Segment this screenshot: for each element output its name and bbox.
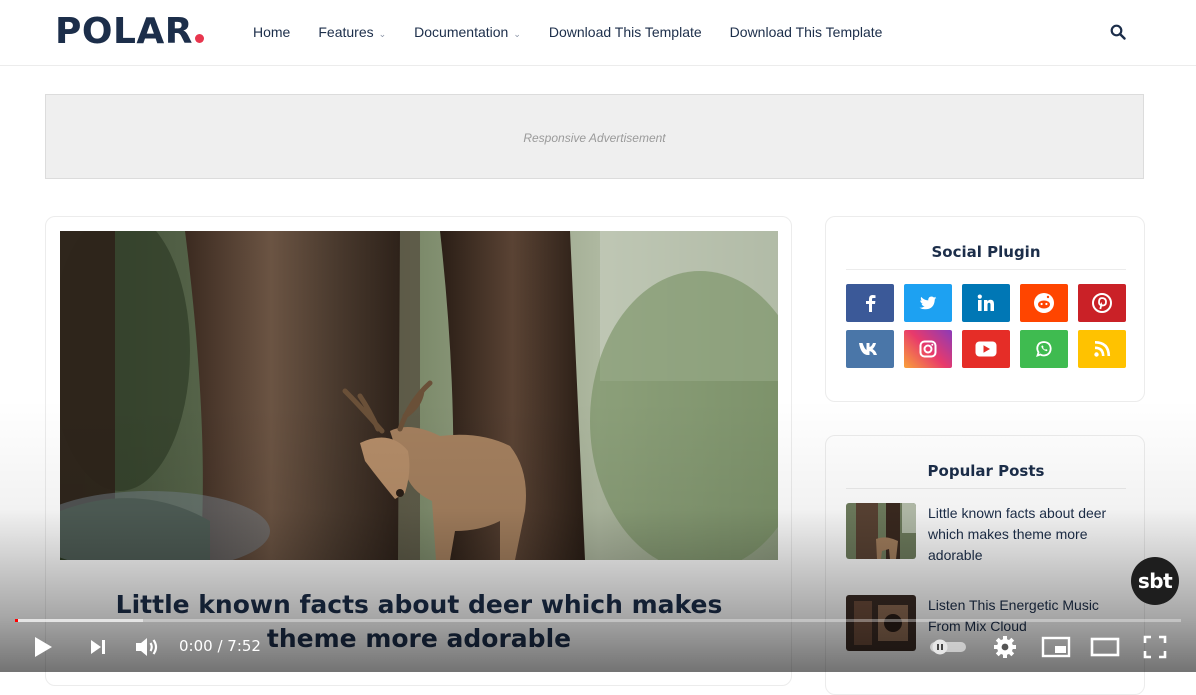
popular-post-thumbnail[interactable] — [846, 503, 916, 559]
next-button[interactable] — [84, 635, 112, 659]
reddit-icon — [1034, 293, 1054, 313]
advertisement-banner[interactable]: Responsive Advertisement — [45, 94, 1144, 179]
volume-button[interactable] — [130, 633, 164, 661]
played-bar — [15, 619, 18, 622]
facebook-button[interactable] — [846, 284, 894, 322]
volume-icon — [136, 638, 158, 656]
play-icon — [35, 637, 52, 657]
video-progress-bar[interactable] — [15, 619, 1181, 622]
popular-post-thumbnail[interactable] — [846, 595, 916, 651]
miniplayer-button[interactable] — [1040, 634, 1072, 660]
logo-text: POLAR — [55, 11, 194, 52]
nav-item-download-template[interactable]: Download This Template — [549, 22, 702, 42]
twitter-icon — [919, 296, 937, 309]
theater-mode-button[interactable] — [1089, 634, 1121, 660]
nav-label: Download This Template — [729, 24, 883, 40]
buffered-bar — [15, 619, 144, 622]
popular-post-item[interactable]: Listen This Energetic Music From Mix Clo… — [846, 595, 1126, 655]
main-nav: Home Features ⌄ Documentation ⌄ Download T… — [253, 22, 910, 42]
youtube-button[interactable] — [962, 330, 1010, 368]
autoplay-toggle[interactable] — [928, 638, 968, 656]
instagram-button[interactable] — [904, 330, 952, 368]
widget-title: Popular Posts — [927, 462, 1045, 480]
linkedin-icon — [977, 294, 994, 311]
popular-post-item[interactable]: Little known facts about deer which make… — [846, 503, 1126, 563]
vk-button[interactable] — [846, 330, 894, 368]
logo-dot — [195, 34, 205, 43]
popular-post-title[interactable]: Listen This Energetic Music From Mix Clo… — [928, 595, 1128, 637]
nav-item-download-template-2[interactable]: Download This Template — [730, 22, 883, 42]
site-logo[interactable]: POLAR — [55, 10, 205, 54]
deer-photo — [60, 231, 778, 560]
widget-divider — [846, 269, 1126, 270]
social-plugin-widget: Social Plugin — [825, 216, 1145, 402]
pinterest-button[interactable] — [1078, 284, 1126, 322]
miniplayer-icon — [1041, 636, 1071, 658]
nav-label: Download This Template — [548, 24, 702, 40]
play-button[interactable] — [28, 633, 58, 661]
featured-post-image[interactable] — [60, 231, 778, 560]
chevron-down-icon: ⌄ — [513, 29, 521, 39]
nav-label: Documentation — [414, 24, 509, 40]
twitter-button[interactable] — [904, 284, 952, 322]
nav-label: Features — [318, 24, 374, 40]
widget-divider — [846, 488, 1126, 489]
instagram-icon — [919, 340, 937, 358]
theater-icon — [1090, 637, 1120, 657]
chevron-down-icon: ⌄ — [378, 29, 387, 39]
social-buttons — [846, 284, 1128, 368]
channel-watermark[interactable]: sbt — [1131, 557, 1179, 605]
whatsapp-button[interactable] — [1020, 330, 1068, 368]
rss-icon — [1094, 341, 1111, 357]
settings-button[interactable] — [991, 634, 1019, 660]
fullscreen-button[interactable] — [1140, 633, 1170, 661]
youtube-icon — [975, 341, 997, 357]
whatsapp-icon — [1036, 341, 1052, 357]
skip-next-icon — [91, 640, 105, 654]
gear-icon — [994, 636, 1016, 658]
reddit-button[interactable] — [1020, 284, 1068, 322]
facebook-icon — [866, 295, 876, 312]
linkedin-button[interactable] — [962, 284, 1010, 322]
search-icon[interactable] — [1110, 24, 1126, 40]
widget-title: Social Plugin — [931, 243, 1041, 261]
video-time-display: 0:00 / 7:52 — [179, 637, 261, 655]
ad-label: Responsive Advertisement — [523, 131, 666, 145]
nav-label: Home — [253, 24, 291, 40]
nav-item-features[interactable]: Features ⌄ — [318, 22, 386, 42]
nav-item-home[interactable]: Home — [253, 22, 290, 42]
popular-post-title[interactable]: Little known facts about deer which make… — [928, 503, 1128, 566]
music-thumbnail — [846, 595, 916, 651]
toggle-icon — [930, 639, 966, 655]
rss-button[interactable] — [1078, 330, 1126, 368]
deer-thumbnail — [846, 503, 916, 559]
fullscreen-icon — [1143, 635, 1167, 659]
site-header: POLAR Home Features ⌄ Documentation ⌄ Down… — [0, 0, 1196, 66]
vk-icon — [859, 343, 877, 355]
nav-item-documentation[interactable]: Documentation ⌄ — [414, 22, 521, 42]
pinterest-icon — [1092, 293, 1112, 313]
